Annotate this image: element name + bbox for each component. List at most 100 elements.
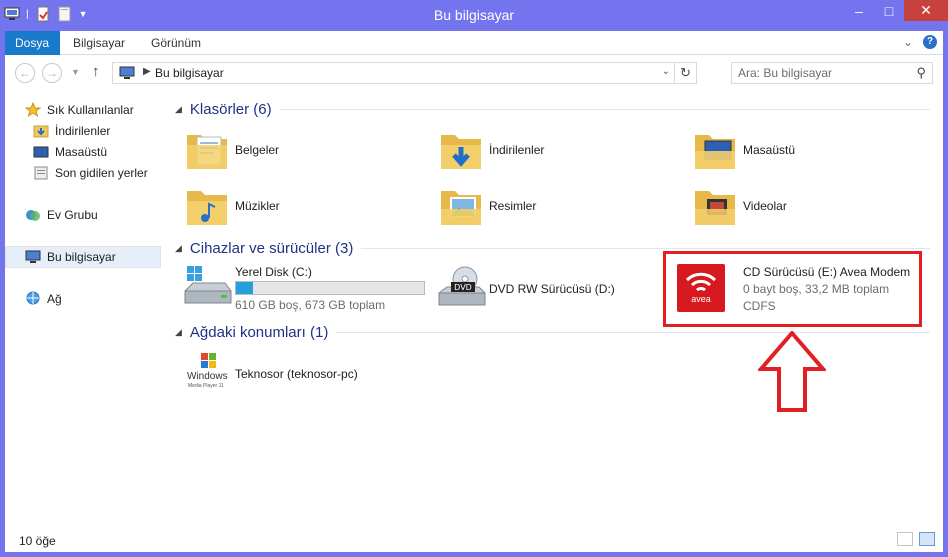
recent-locations-dropdown[interactable]: ▼ — [71, 67, 80, 77]
sidebar-item-network[interactable]: Ağ — [25, 289, 62, 309]
address-bar[interactable]: ▶ Bu bilgisayar ⌄ ↻ — [112, 62, 697, 84]
downloads-folder-icon — [33, 123, 49, 139]
breadcrumb-path[interactable]: Bu bilgisayar — [155, 66, 224, 80]
folder-label: Videolar — [743, 199, 787, 213]
star-icon — [24, 101, 42, 118]
dvd-drive-icon: DVD — [437, 265, 487, 313]
refresh-button[interactable]: ↻ — [674, 63, 696, 83]
chevron-down-icon[interactable]: ⌄ — [662, 66, 670, 77]
sidebar-item-label: Son gidilen yerler — [55, 166, 148, 180]
tab-computer[interactable]: Bilgisayar — [60, 31, 138, 55]
computer-icon — [119, 66, 135, 83]
drive-label: Yerel Disk (C:) — [235, 265, 312, 279]
group-title: Ağdaki konumları (1) — [189, 323, 329, 341]
drive-tile-c[interactable]: Yerel Disk (C:) 610 GB boş, 673 GB topla… — [183, 265, 433, 313]
drive-free-space: 610 GB boş, 673 GB toplam — [235, 298, 386, 312]
up-arrow-icon[interactable]: ↑ — [92, 63, 100, 80]
desktop-icon — [33, 144, 49, 160]
sidebar-item-label: İndirilenler — [55, 124, 111, 138]
search-placeholder: Ara: Bu bilgisayar — [738, 66, 833, 80]
network-location-tile[interactable]: Windows Media Player 11 Teknosor (teknos… — [183, 349, 358, 399]
sidebar-item-label: Ağ — [47, 292, 62, 306]
folder-label: Resimler — [489, 199, 537, 213]
navigation-pane: Sık Kullanılanlar İndirilenler Masaüstü … — [5, 91, 162, 528]
windows-media-player-icon: Windows Media Player 11 — [183, 349, 233, 399]
group-header-folders[interactable]: ◢ Klasörler (6) — [165, 99, 930, 119]
network-location-label: Teknosor (teknosor-pc) — [235, 367, 358, 381]
network-icon — [25, 291, 41, 307]
group-divider — [336, 331, 930, 333]
window-title: Bu bilgisayar — [433, 7, 515, 23]
breadcrumb-chevron-icon[interactable]: ▶ — [143, 66, 151, 77]
search-input[interactable]: Ara: Bu bilgisayar ⚲ — [731, 62, 933, 84]
status-bar: 10 öğe — [5, 528, 943, 552]
folder-label: İndirilenler — [489, 143, 545, 157]
folder-tile-music[interactable]: Müzikler — [183, 181, 280, 231]
collapse-chevron-icon[interactable]: ◢ — [175, 104, 182, 115]
drive-usage-fill — [236, 282, 253, 294]
tab-file[interactable]: Dosya — [5, 31, 60, 55]
folder-label: Müzikler — [235, 199, 280, 213]
large-icons-view-icon[interactable] — [919, 532, 935, 546]
homegroup-icon — [25, 207, 41, 223]
music-folder-icon — [183, 181, 233, 231]
sidebar-item-this-pc[interactable]: Bu bilgisayar — [5, 246, 161, 268]
drive-tile-d[interactable]: DVD DVD RW Sürücüsü (D:) — [437, 265, 615, 313]
sidebar-item-label: Masaüstü — [55, 145, 108, 159]
folder-tile-desktop[interactable]: Masaüstü — [691, 125, 795, 175]
group-divider — [279, 108, 930, 110]
sidebar-item-recent[interactable]: Son gidilen yerler — [33, 163, 148, 183]
sidebar-item-label: Bu bilgisayar — [47, 250, 116, 264]
folder-tile-downloads[interactable]: İndirilenler — [437, 125, 544, 175]
folder-tile-documents[interactable]: Belgeler — [183, 125, 279, 175]
tab-view[interactable]: Görünüm — [138, 31, 214, 55]
window-controls: – □ ✕ — [844, 0, 948, 21]
forward-button[interactable]: → — [42, 63, 62, 83]
avea-modem-icon: avea — [677, 264, 725, 312]
folder-label: Belgeler — [235, 143, 280, 157]
documents-folder-icon — [183, 125, 233, 175]
maximize-button[interactable]: □ — [874, 0, 904, 21]
sidebar-item-favorites[interactable]: Sık Kullanılanlar — [24, 100, 134, 120]
sidebar-item-label: Ev Grubu — [47, 208, 98, 222]
desktop-folder-icon — [691, 125, 741, 175]
details-view-icon[interactable] — [897, 532, 913, 546]
wmp-logo-text: Windows — [187, 371, 228, 382]
hard-disk-icon — [183, 265, 233, 313]
view-switcher — [897, 532, 935, 546]
navigation-bar: ← → ▼ ↑ ▶ Bu bilgisayar ⌄ ↻ Ara: Bu bilg… — [5, 55, 943, 91]
drive-label: DVD RW Sürücüsü (D:) — [489, 282, 615, 296]
folder-label: Masaüstü — [743, 143, 796, 157]
ribbon-tabs: Dosya Bilgisayar Görünüm ⌄ ? — [5, 31, 943, 55]
group-divider — [361, 247, 930, 249]
collapse-chevron-icon[interactable]: ◢ — [175, 243, 182, 254]
search-icon[interactable]: ⚲ — [916, 65, 926, 81]
explorer-window: | ▼ Bu bilgisayar – □ ✕ Dosya Bilgisayar… — [0, 0, 948, 557]
sidebar-item-downloads[interactable]: İndirilenler — [33, 121, 110, 141]
drive-usage-bar — [235, 281, 425, 295]
folder-tile-videos[interactable]: Videolar — [691, 181, 787, 231]
back-button[interactable]: ← — [15, 63, 35, 83]
collapse-chevron-icon[interactable]: ◢ — [175, 327, 182, 338]
minimize-button[interactable]: – — [844, 0, 874, 21]
ribbon-controls: ⌄ ? — [903, 35, 937, 49]
downloads-folder-icon — [437, 125, 487, 175]
sidebar-item-desktop[interactable]: Masaüstü — [33, 142, 107, 162]
red-arrow-icon — [758, 331, 826, 412]
group-title: Klasörler (6) — [189, 100, 272, 118]
wmp-logo-subtext: Media Player 11 — [188, 383, 224, 389]
folder-tile-pictures[interactable]: Resimler — [437, 181, 536, 231]
highlight-box: avea — [663, 251, 922, 327]
expand-ribbon-icon[interactable]: ⌄ — [903, 35, 913, 49]
pictures-folder-icon — [437, 181, 487, 231]
computer-icon — [25, 249, 41, 265]
help-icon[interactable]: ? — [923, 35, 937, 49]
item-count: 10 öğe — [19, 534, 56, 548]
sidebar-item-homegroup[interactable]: Ev Grubu — [25, 205, 98, 225]
videos-folder-icon — [691, 181, 741, 231]
title-bar: | ▼ Bu bilgisayar – □ ✕ — [0, 0, 948, 31]
svg-text:DVD: DVD — [454, 283, 472, 292]
sidebar-item-label: Sık Kullanılanlar — [47, 103, 134, 117]
close-button[interactable]: ✕ — [904, 0, 948, 21]
recent-places-icon — [33, 165, 49, 181]
